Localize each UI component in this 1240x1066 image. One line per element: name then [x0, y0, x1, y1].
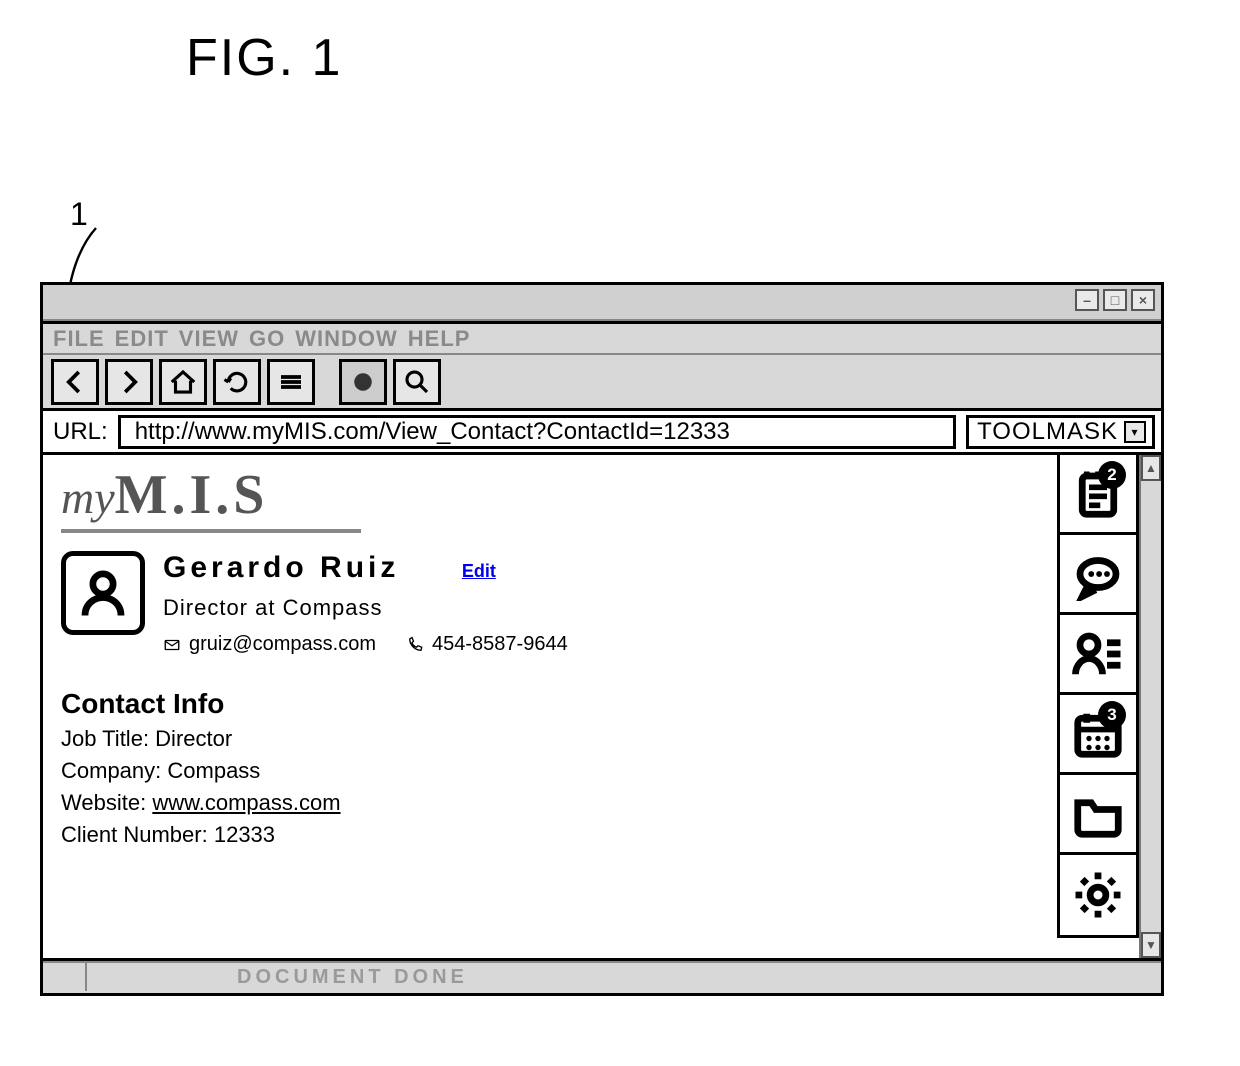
menu-edit[interactable]: EDIT	[115, 326, 169, 352]
phone-icon	[406, 636, 424, 654]
toolmask-label: TOOLMASK	[977, 418, 1118, 446]
contact-title: Director at Compass	[163, 595, 568, 621]
figure-label: FIG. 1	[186, 28, 342, 88]
contact-info-block: Contact Info Job Title: Director Company…	[61, 688, 1039, 848]
value-company: Compass	[167, 758, 260, 783]
search-icon	[402, 367, 432, 397]
reload-icon	[222, 367, 252, 397]
url-bar: URL: http://www.myMIS.com/View_Contact?C…	[43, 411, 1161, 455]
url-field[interactable]: http://www.myMIS.com/View_Contact?Contac…	[118, 415, 956, 449]
print-button[interactable]	[339, 359, 387, 405]
back-button[interactable]	[51, 359, 99, 405]
maximize-button[interactable]: □	[1103, 289, 1127, 311]
titlebar: – □ ×	[43, 285, 1161, 321]
search-button[interactable]	[393, 359, 441, 405]
menu-go[interactable]: GO	[249, 326, 285, 352]
minimize-button[interactable]: –	[1075, 289, 1099, 311]
callout-1: 1	[70, 196, 88, 233]
value-client-number: 12333	[214, 822, 275, 847]
website-link[interactable]: www.compass.com	[152, 790, 340, 815]
menu-help[interactable]: HELP	[408, 326, 471, 352]
tool-settings[interactable]	[1060, 855, 1136, 935]
user-icon	[76, 566, 130, 620]
logo-underline	[61, 529, 361, 533]
label-website: Website	[61, 790, 140, 815]
logo: myM.I.S	[61, 463, 1039, 533]
arrow-left-icon	[60, 367, 90, 397]
contacts-icon	[1071, 627, 1125, 681]
logo-main: M.I.S	[115, 464, 269, 526]
scrollbar[interactable]: ▲ ▼	[1139, 455, 1161, 958]
mail-icon	[163, 636, 181, 654]
phone-field[interactable]: 454-8587-9644	[406, 633, 568, 656]
print-icon	[348, 367, 378, 397]
menu-file[interactable]: FILE	[53, 326, 105, 352]
arrow-right-icon	[114, 367, 144, 397]
close-button[interactable]: ×	[1131, 289, 1155, 311]
statusbar-text: DOCUMENT DONE	[87, 966, 468, 989]
label-job-title: Job Title	[61, 726, 143, 751]
scroll-down-icon[interactable]: ▼	[1141, 932, 1161, 958]
tool-folder[interactable]	[1060, 775, 1136, 855]
folder-icon	[1071, 787, 1125, 841]
chat-icon	[1071, 547, 1125, 601]
menubar: FILE EDIT VIEW GO WINDOW HELP	[43, 321, 1161, 355]
tool-chat[interactable]	[1060, 535, 1136, 615]
contact-name: Gerardo Ruiz	[163, 551, 399, 584]
browser-window: – □ × FILE EDIT VIEW GO WINDOW HELP	[40, 282, 1164, 996]
scroll-up-icon[interactable]: ▲	[1141, 455, 1161, 481]
stop-button[interactable]	[267, 359, 315, 405]
tool-calendar[interactable]: 3	[1060, 695, 1136, 775]
chevron-down-icon: ▾	[1124, 421, 1146, 443]
status-bar: DOCUMENT DONE	[43, 961, 1161, 991]
avatar	[61, 551, 145, 635]
home-button[interactable]	[159, 359, 207, 405]
badge: 2	[1098, 461, 1126, 489]
page-body: myM.I.S Gerardo Ruiz Edit Director at Co…	[43, 455, 1057, 958]
content-area: 2 3 ▲ ▼ myM	[43, 455, 1161, 961]
phone-value: 454-8587-9644	[432, 633, 568, 656]
home-icon	[168, 367, 198, 397]
forward-button[interactable]	[105, 359, 153, 405]
tool-notes[interactable]: 2	[1060, 455, 1136, 535]
badge: 3	[1098, 701, 1126, 729]
toolmask-dropdown[interactable]: TOOLMASK ▾	[966, 415, 1155, 449]
reload-button[interactable]	[213, 359, 261, 405]
edit-link[interactable]: Edit	[462, 561, 496, 582]
url-value: http://www.myMIS.com/View_Contact?Contac…	[135, 418, 730, 446]
statusbar-cell	[43, 963, 87, 991]
tool-contacts[interactable]	[1060, 615, 1136, 695]
value-job-title: Director	[155, 726, 232, 751]
bars-icon	[276, 367, 306, 397]
menu-view[interactable]: VIEW	[179, 326, 239, 352]
menu-window[interactable]: WINDOW	[295, 326, 398, 352]
nav-toolbar	[43, 355, 1161, 411]
logo-prefix: my	[61, 472, 115, 523]
label-client-number: Client Number	[61, 822, 202, 847]
url-label: URL:	[53, 418, 108, 446]
toolmask-panel: 2 3	[1057, 455, 1139, 938]
gear-icon	[1071, 868, 1125, 922]
label-company: Company	[61, 758, 155, 783]
email-value: gruiz@compass.com	[189, 633, 376, 656]
contact-info-header: Contact Info	[61, 688, 1039, 720]
email-field[interactable]: gruiz@compass.com	[163, 633, 376, 656]
